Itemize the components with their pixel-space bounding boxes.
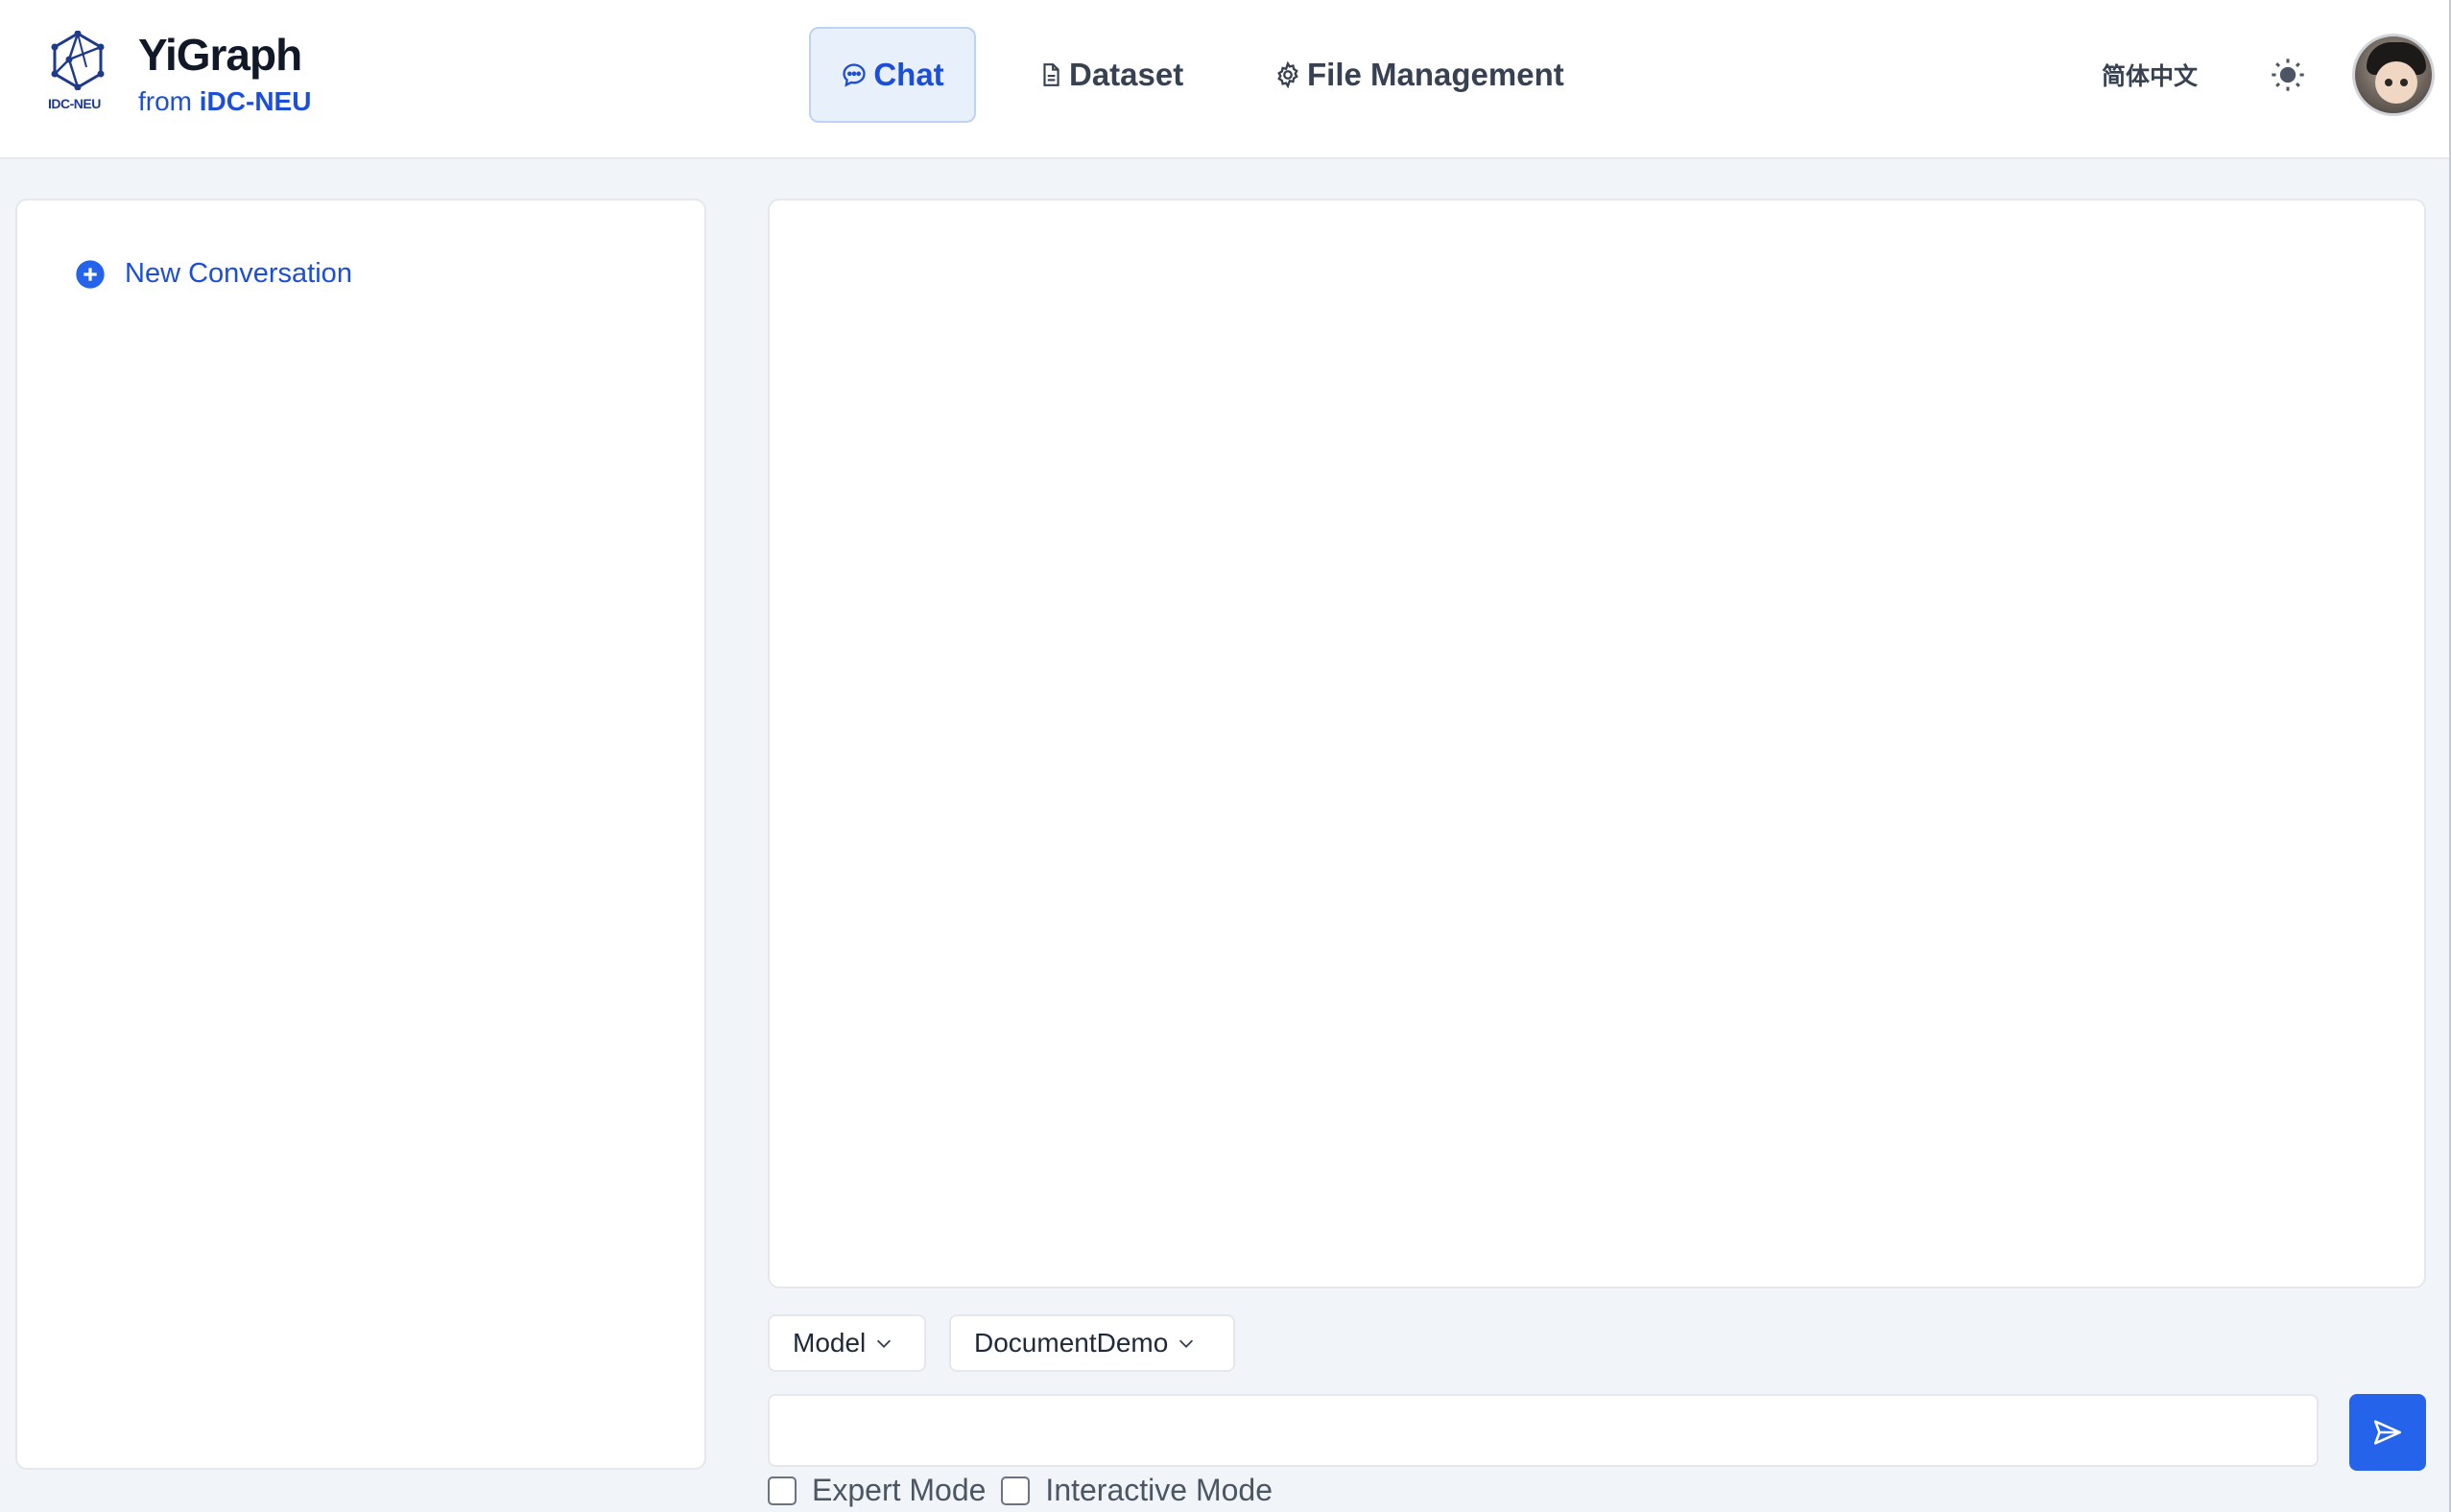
brand-subtitle-prefix: from xyxy=(138,86,192,116)
avatar-eye-right xyxy=(2400,79,2408,86)
mode-options: Expert Mode Interactive Mode xyxy=(768,1473,1273,1508)
brand-logo[interactable]: IDC-NEU xyxy=(46,29,109,134)
tab-dataset-label: Dataset xyxy=(1069,57,1184,92)
model-select-label: Model xyxy=(793,1328,867,1358)
send-icon xyxy=(2373,1420,2402,1445)
chevron-down-icon xyxy=(1179,1339,1194,1348)
interactive-mode-checkbox[interactable] xyxy=(1001,1476,1031,1505)
interactive-mode-label: Interactive Mode xyxy=(1045,1473,1273,1507)
sun-icon xyxy=(2272,59,2304,91)
dataset-select-label: DocumentDemo xyxy=(974,1328,1169,1358)
chat-message-area xyxy=(768,199,2426,1288)
expert-mode-checkbox[interactable] xyxy=(768,1476,797,1505)
brand-title: YiGraph xyxy=(138,30,302,80)
brand-subtitle-org: iDC-NEU xyxy=(199,86,312,116)
graph-logo-icon xyxy=(51,31,105,90)
avatar-face xyxy=(2375,61,2417,104)
logo-caption: IDC-NEU xyxy=(48,96,101,111)
new-conversation-label: New Conversation xyxy=(125,258,352,289)
tab-file-management-label: File Management xyxy=(1307,57,1564,92)
new-conversation-button[interactable]: New Conversation xyxy=(75,258,352,290)
chevron-down-icon xyxy=(877,1339,892,1348)
language-switch[interactable]: 简体中文 xyxy=(2102,58,2198,92)
tab-file-management[interactable]: File Management xyxy=(1274,27,1564,123)
user-avatar[interactable] xyxy=(2352,34,2435,116)
top-header: IDC-NEU YiGraph from iDC-NEU Chat Datase… xyxy=(0,0,2451,159)
conversation-sidebar: New Conversation xyxy=(15,199,706,1470)
dataset-select[interactable]: DocumentDemo xyxy=(949,1314,1235,1372)
document-icon xyxy=(1043,63,1059,86)
tab-dataset[interactable]: Dataset xyxy=(1038,27,1183,123)
chat-bubble-icon xyxy=(843,63,866,87)
tab-chat[interactable]: Chat xyxy=(809,27,976,123)
gear-icon xyxy=(1277,61,1298,88)
interactive-mode-toggle[interactable]: Interactive Mode xyxy=(1001,1473,1273,1508)
model-select[interactable]: Model xyxy=(768,1314,926,1372)
plus-circle-icon xyxy=(76,259,105,289)
tab-chat-label: Chat xyxy=(873,57,944,92)
message-input[interactable] xyxy=(768,1394,2319,1467)
expert-mode-toggle[interactable]: Expert Mode xyxy=(768,1473,986,1508)
brand-subtitle: from iDC-NEU xyxy=(138,86,311,117)
send-button[interactable] xyxy=(2349,1394,2426,1471)
expert-mode-label: Expert Mode xyxy=(812,1473,987,1507)
avatar-eye-left xyxy=(2385,79,2392,86)
theme-toggle-button[interactable] xyxy=(2269,56,2307,94)
